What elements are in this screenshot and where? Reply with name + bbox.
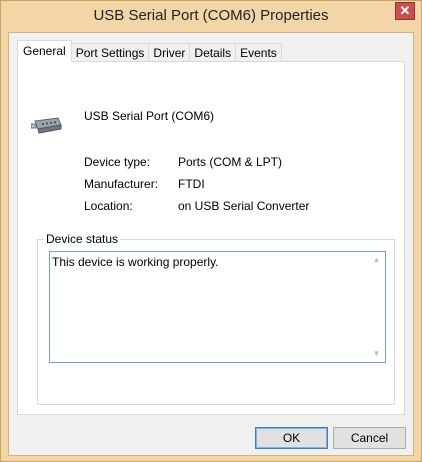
close-icon: ✕	[399, 3, 411, 18]
ok-button[interactable]: OK	[255, 427, 328, 449]
device-type-value: Ports (COM & LPT)	[178, 155, 283, 169]
manufacturer-value: FTDI	[178, 177, 205, 191]
properties-window: USB Serial Port (COM6) Properties ✕ Gene…	[0, 0, 422, 462]
cancel-button[interactable]: Cancel	[333, 427, 406, 449]
window-title: USB Serial Port (COM6) Properties	[93, 7, 329, 24]
serial-port-icon	[31, 117, 62, 134]
title-bar[interactable]: USB Serial Port (COM6) Properties ✕	[1, 1, 421, 33]
status-scrollbar[interactable]: ▲ ▼	[368, 252, 385, 362]
device-status-label: Device status	[44, 232, 121, 246]
device-name: USB Serial Port (COM6)	[84, 109, 215, 123]
tab-driver[interactable]: Driver	[148, 43, 191, 62]
tab-general[interactable]: General	[17, 40, 72, 62]
tab-events[interactable]: Events	[235, 43, 282, 62]
tab-strip: General Port Settings Driver Details Eve…	[17, 40, 282, 62]
close-button[interactable]: ✕	[395, 2, 415, 20]
dialog-client-area: General Port Settings Driver Details Eve…	[8, 32, 414, 456]
scroll-up-icon[interactable]: ▲	[368, 252, 385, 268]
device-type-label: Device type:	[84, 155, 151, 169]
general-tab-panel: USB Serial Port (COM6) Device type: Port…	[17, 61, 405, 415]
location-value: on USB Serial Converter	[178, 199, 310, 213]
device-status-textbox[interactable]: This device is working properly. ▲ ▼	[49, 251, 386, 363]
tab-details[interactable]: Details	[189, 43, 237, 62]
location-label: Location:	[84, 199, 133, 213]
scroll-down-icon[interactable]: ▼	[368, 346, 385, 362]
device-status-text: This device is working properly.	[52, 255, 219, 269]
manufacturer-label: Manufacturer:	[84, 177, 159, 191]
device-status-group: Device status This device is working pro…	[37, 232, 395, 405]
tab-port-settings[interactable]: Port Settings	[70, 43, 150, 62]
